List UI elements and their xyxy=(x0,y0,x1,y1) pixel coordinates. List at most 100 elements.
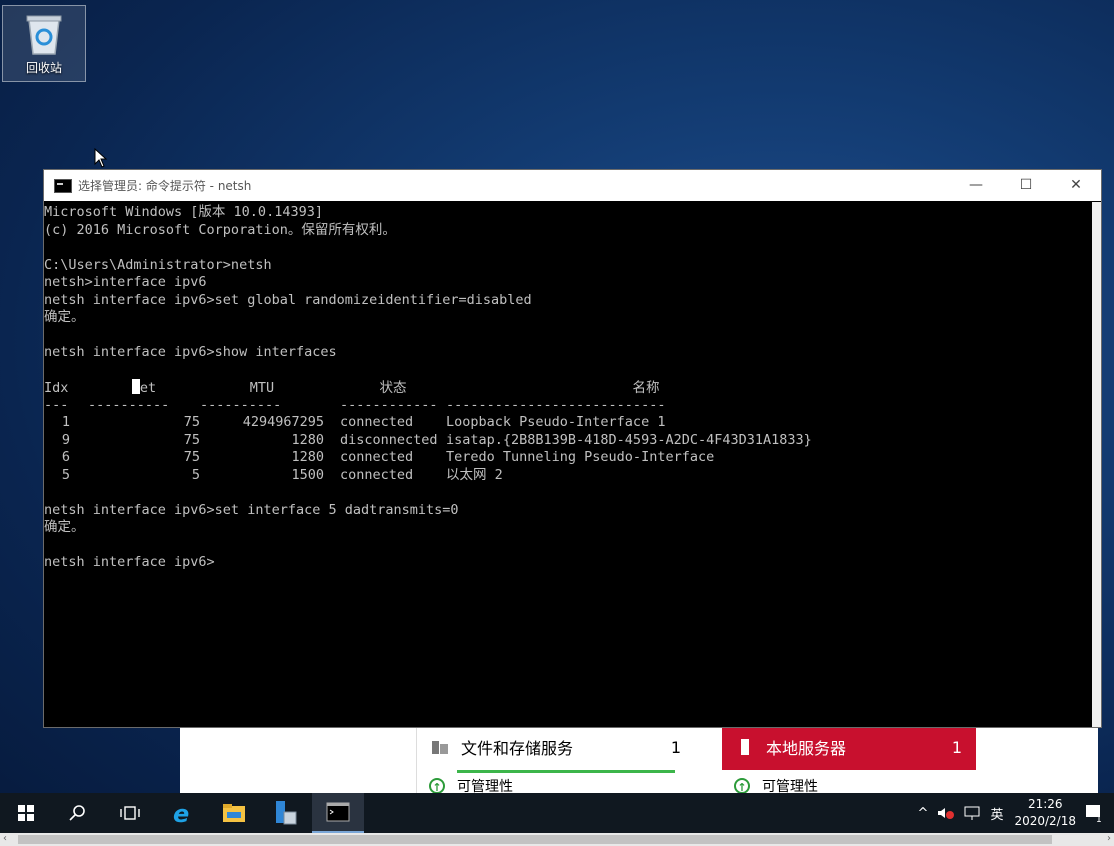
minimize-button[interactable]: — xyxy=(951,170,1001,201)
table-cell: --------------------------- xyxy=(446,396,666,413)
console-output[interactable]: Microsoft Windows [版本 10.0.14393] (c) 201… xyxy=(44,202,1092,727)
console-line: Microsoft Windows [版本 10.0.14393] xyxy=(44,204,323,220)
table-cell: Teredo Tunneling Pseudo-Interface xyxy=(446,449,715,465)
table-cell: 75 xyxy=(183,414,200,430)
console-line: netsh interface ipv6>show interfaces xyxy=(44,344,337,360)
title-bar[interactable]: 选择管理员: 命令提示符 - netsh — ☐ ✕ xyxy=(44,170,1101,201)
table-cell: --- xyxy=(44,396,69,413)
console-line: netsh interface ipv6>set global randomiz… xyxy=(44,291,532,308)
console-line: C:\Users\Administrator>netsh xyxy=(44,256,272,273)
horizontal-scrollbar[interactable]: ‹ › xyxy=(0,833,1114,846)
recycle-bin-desktop-icon[interactable]: 回收站 xyxy=(2,5,86,82)
taskbar: e ^ 英 21:26 2020/2/18 1 xyxy=(0,793,1114,833)
cmd-window[interactable]: 选择管理员: 命令提示符 - netsh — ☐ ✕ Microsoft Win… xyxy=(43,169,1102,728)
scroll-left-icon[interactable]: ‹ xyxy=(3,833,7,844)
table-cell: 1500 xyxy=(291,466,324,483)
table-cell: connected xyxy=(340,466,414,483)
table-cell: ------------ xyxy=(340,396,438,413)
table-row: 1 75 4294967295 connected Loopback Pseudo-In… xyxy=(44,414,1092,432)
clock-time: 21:26 xyxy=(1027,797,1063,811)
scroll-right-icon[interactable]: › xyxy=(1107,833,1111,844)
ime-indicator[interactable]: 英 xyxy=(990,804,1003,823)
table-cell: 4294967295 xyxy=(242,414,324,430)
tray-overflow-button[interactable]: ^ xyxy=(918,806,929,821)
console-line: 确定。 xyxy=(44,309,85,325)
svg-text:e: e xyxy=(173,801,189,825)
local-server-tile[interactable]: 本地服务器 1 ↑ 可管理性 xyxy=(722,724,976,795)
close-button[interactable]: ✕ xyxy=(1051,170,1101,201)
cmd-taskbar-button[interactable] xyxy=(312,793,364,833)
vertical-scrollbar[interactable] xyxy=(1092,202,1101,727)
recycle-bin-icon xyxy=(26,15,62,55)
network-icon[interactable] xyxy=(963,805,981,821)
ie-taskbar-button[interactable]: e xyxy=(156,793,208,833)
window-title: 选择管理员: 命令提示符 - netsh xyxy=(78,179,252,193)
console-line: 确定。 xyxy=(44,519,85,535)
scroll-thumb[interactable] xyxy=(18,835,1052,844)
windows-logo-icon xyxy=(18,805,34,821)
up-arrow-icon: ↑ xyxy=(429,778,445,794)
file-explorer-button[interactable] xyxy=(208,793,260,833)
console-line: netsh interface ipv6>set interface 5 dad… xyxy=(44,501,459,518)
table-cell: ---------- xyxy=(200,396,282,413)
search-icon xyxy=(69,805,85,821)
table-cell: MTU xyxy=(249,380,275,396)
notification-center-icon[interactable]: 1 xyxy=(1084,803,1106,823)
status-bar xyxy=(457,770,675,773)
file-storage-icon xyxy=(432,741,448,754)
text-cursor xyxy=(131,379,140,394)
table-cell: 75 xyxy=(183,449,200,465)
table-cell: 1280 xyxy=(291,431,324,448)
svg-text:1: 1 xyxy=(1096,815,1102,823)
search-button[interactable] xyxy=(52,793,104,833)
table-cell: disconnected xyxy=(340,431,438,448)
server-manager-icon xyxy=(276,801,297,825)
maximize-button[interactable]: ☐ xyxy=(1001,170,1051,201)
clock[interactable]: 21:26 2020/2/18 xyxy=(1014,796,1076,830)
table-cell: 9 xyxy=(61,431,71,448)
table-separator-row: --- ---------- ---------- ------------ -----… xyxy=(44,397,1092,415)
task-view-button[interactable] xyxy=(104,793,156,833)
server-icon xyxy=(741,739,749,755)
table-cell: et xyxy=(88,379,200,398)
table-cell: Loopback Pseudo-Interface 1 xyxy=(446,414,666,430)
clock-date: 2020/2/18 xyxy=(1014,814,1076,828)
server-manager-button[interactable] xyxy=(260,793,312,833)
cmd-icon xyxy=(326,802,350,822)
table-cell: isatap.{2B8B139B-418D-4593-A2DC-4F43D31A… xyxy=(446,431,812,448)
local-server-count: 1 xyxy=(951,737,962,757)
table-row: 5 5 1500 connected 以太网 2 xyxy=(44,467,1092,485)
table-header-row: Idx et MTU 状态 名称 xyxy=(44,379,1092,397)
table-cell: connected xyxy=(340,449,414,465)
table-cell: 名称 xyxy=(632,380,660,396)
console-line: netsh interface ipv6> xyxy=(44,554,215,570)
file-storage-title: 文件和存储服务 xyxy=(461,739,574,758)
volume-muted-icon[interactable] xyxy=(937,806,955,820)
table-row: 9 75 1280 disconnected isatap.{2B8B139B-418D… xyxy=(44,432,1092,450)
table-cell: 以太网 2 xyxy=(446,466,503,483)
folder-icon xyxy=(223,804,245,822)
table-cell: 5 xyxy=(61,466,71,483)
file-storage-tile[interactable]: 文件和存储服务 1 ↑ 可管理性 xyxy=(416,724,695,795)
table-cell: 状态 xyxy=(379,380,407,396)
table-cell: ---------- xyxy=(88,396,170,413)
console-line: netsh>interface ipv6 xyxy=(44,274,207,290)
console-line: (c) 2016 Microsoft Corporation。保留所有权利。 xyxy=(44,221,396,238)
task-view-icon xyxy=(120,806,140,820)
table-cell: 6 xyxy=(61,449,71,465)
server-manager-panel: 文件和存储服务 1 ↑ 可管理性 本地服务器 1 ↑ 可管理性 xyxy=(180,724,1098,795)
recycle-bin-label: 回收站 xyxy=(25,61,62,75)
table-cell: 75 xyxy=(183,431,200,448)
table-cell: 1280 xyxy=(291,449,324,465)
internet-explorer-icon: e xyxy=(173,801,189,825)
table-cell: 1 xyxy=(61,414,71,430)
table-row: 6 75 1280 connected Teredo Tunneling Pseudo-… xyxy=(44,449,1092,467)
table-cell: Idx xyxy=(44,380,69,396)
table-cell: 5 xyxy=(191,466,200,483)
start-button[interactable] xyxy=(0,793,52,833)
